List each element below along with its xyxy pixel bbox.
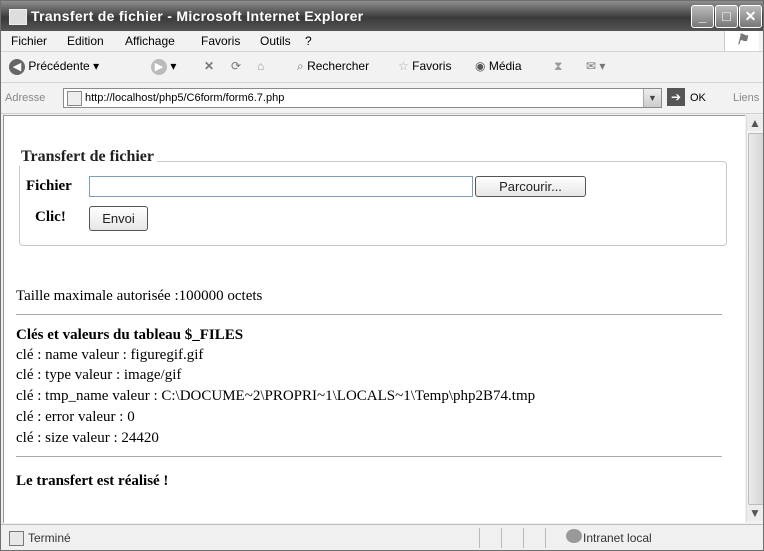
minimize-button[interactable]: _ (691, 5, 714, 28)
status-bar: Terminé Intranet local (1, 524, 763, 550)
menu-help[interactable]: ? (305, 34, 312, 48)
back-arrow-icon: ◀ (9, 59, 25, 75)
maximize-button[interactable]: □ (715, 5, 738, 28)
files-line: clé : error valeur : 0 (16, 409, 135, 425)
files-line: clé : size valeur : 24420 (16, 430, 159, 446)
files-line: clé : tmp_name valeur : C:\DOCUME~2\PROP… (16, 388, 536, 404)
files-line: clé : type valeur : image/gif (16, 367, 182, 383)
submit-prompt: Clic! (35, 209, 66, 225)
menu-affichage[interactable]: Affichage (125, 34, 175, 48)
submit-button[interactable]: Envoi (89, 206, 148, 231)
status-text: Terminé (28, 531, 71, 545)
menu-bar: Fichier Edition Affichage Favoris Outils… (1, 31, 763, 52)
status-separator (545, 528, 546, 548)
page-done-icon (9, 531, 24, 546)
address-input[interactable]: http://localhost/php5/C6form/form6.7.php… (63, 88, 662, 108)
status-separator (479, 528, 480, 548)
media-label: Média (488, 59, 522, 73)
divider (16, 456, 722, 457)
windows-logo-icon: ⚑ (724, 31, 759, 51)
file-path-input[interactable] (89, 176, 473, 197)
search-button[interactable]: ⌕ Rechercher (297, 59, 369, 74)
favorites-button[interactable]: ☆ Favoris (398, 59, 451, 73)
refresh-icon[interactable]: ⟳ (231, 59, 241, 73)
go-button[interactable]: OK (690, 92, 706, 104)
browser-window: Transfert de fichier - Microsoft Interne… (0, 0, 764, 551)
vertical-scrollbar[interactable]: ▲ ▼ (746, 115, 763, 522)
menu-edition[interactable]: Edition (67, 34, 104, 48)
favorites-label: Favoris (412, 59, 452, 73)
fieldset-legend: Transfert de fichier (18, 148, 157, 166)
search-label: Rechercher (307, 59, 370, 73)
address-bar: Adresse http://localhost/php5/C6form/for… (1, 83, 763, 114)
back-button[interactable]: ◀ Précédente ▾ (9, 59, 99, 75)
close-button[interactable]: ✕ (739, 5, 762, 28)
address-dropdown-button[interactable]: ▼ (643, 89, 661, 107)
history-icon[interactable]: ⧗ (554, 59, 562, 74)
window-title: Transfert de fichier - Microsoft Interne… (31, 8, 364, 24)
divider (16, 314, 722, 315)
intranet-zone-icon (566, 529, 582, 543)
address-label: Adresse (5, 92, 46, 104)
scroll-down-icon[interactable]: ▼ (747, 505, 763, 521)
files-heading: Clés et valeurs du tableau $_FILES (16, 327, 244, 343)
upload-fieldset (19, 161, 727, 246)
go-arrow-icon[interactable]: ➔ (667, 88, 685, 106)
star-icon: ☆ (398, 59, 409, 73)
menu-fichier[interactable]: Fichier (11, 34, 47, 48)
title-bar[interactable]: Transfert de fichier - Microsoft Interne… (1, 1, 763, 31)
home-icon[interactable]: ⌂ (257, 59, 264, 73)
browse-button[interactable]: Parcourir... (475, 176, 586, 197)
status-separator (523, 528, 524, 548)
max-size-text: Taille maximale autorisée :100000 octets (16, 288, 263, 304)
media-icon: ◉ (475, 59, 486, 73)
status-separator (501, 528, 502, 548)
file-label: Fichier (26, 178, 72, 194)
forward-button[interactable]: ▶ ▾ (151, 59, 176, 75)
back-label: Précédente (28, 59, 90, 74)
mail-icon[interactable]: ✉ ▾ (586, 59, 605, 73)
media-button[interactable]: ◉ Média (475, 59, 522, 73)
page-icon (67, 91, 82, 106)
stop-icon[interactable]: ✕ (204, 59, 214, 73)
address-url: http://localhost/php5/C6form/form6.7.php (85, 92, 285, 104)
result-message: Le transfert est réalisé ! (16, 473, 169, 489)
forward-arrow-icon: ▶ (151, 59, 167, 75)
standard-toolbar: ◀ Précédente ▾ ▶ ▾ ✕ ⟳ ⌂ ⌕ Rechercher ☆ … (1, 52, 763, 83)
scroll-thumb[interactable] (748, 133, 763, 505)
security-zone-text: Intranet local (583, 531, 652, 545)
links-button[interactable]: Liens (733, 92, 759, 104)
ie-app-icon (9, 9, 27, 25)
search-icon: ⌕ (297, 59, 304, 73)
page-content: Transfert de fichier Fichier Parcourir..… (3, 115, 745, 523)
scroll-up-icon[interactable]: ▲ (747, 115, 763, 131)
menu-favoris[interactable]: Favoris (201, 34, 240, 48)
files-line: clé : name valeur : figuregif.gif (16, 347, 204, 363)
menu-outils[interactable]: Outils (260, 34, 291, 48)
